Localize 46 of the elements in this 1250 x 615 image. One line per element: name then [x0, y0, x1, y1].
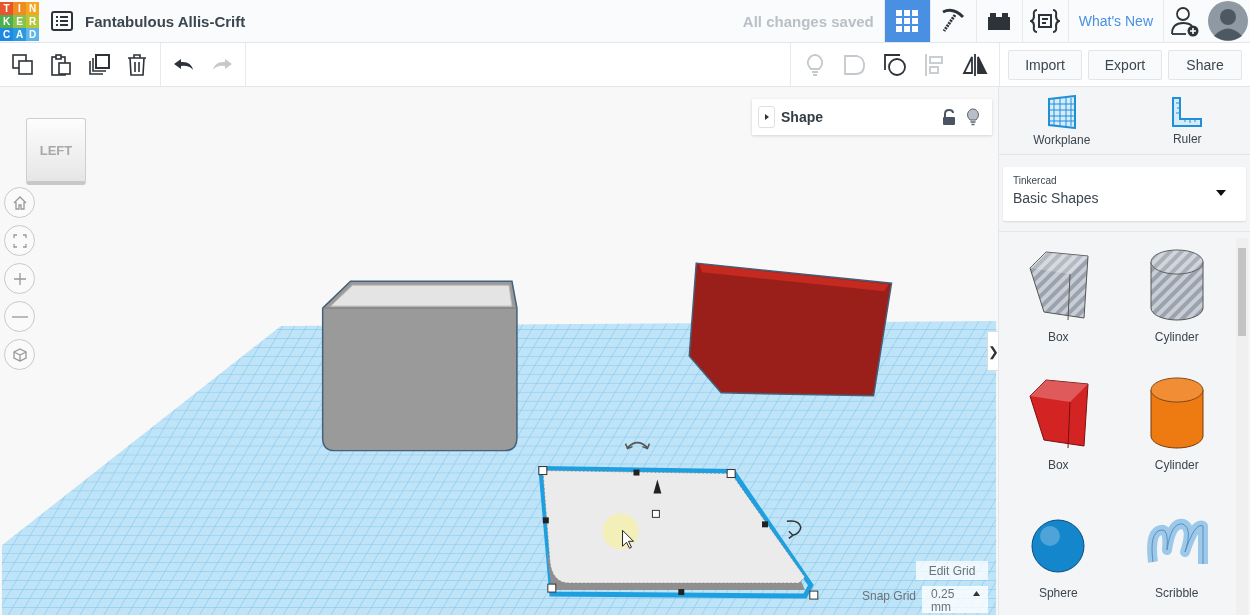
- design-list-icon[interactable]: [51, 11, 73, 31]
- fit-view-icon: [11, 232, 28, 249]
- logo-letter: I: [13, 1, 26, 15]
- grid-icon: [895, 9, 920, 33]
- expand-button[interactable]: [758, 106, 775, 128]
- toolbar-button[interactable]: Share: [1168, 49, 1242, 80]
- bulb-icon[interactable]: [966, 108, 980, 126]
- cursor-icon: [622, 529, 634, 549]
- home-icon: [11, 194, 28, 211]
- shape-tile[interactable]: Cylinder: [1117, 374, 1236, 502]
- plus-icon: [11, 270, 28, 287]
- library-dropdown[interactable]: Tinkercad Basic Shapes: [1003, 167, 1246, 221]
- save-status: All changes saved: [742, 12, 874, 30]
- snap-grid-dropdown[interactable]: 0.25 mm: [922, 586, 988, 613]
- shape-tile[interactable]: Cylinder: [1117, 246, 1236, 374]
- hollow-box-drawing[interactable]: [321, 280, 518, 452]
- minus-icon: [11, 315, 28, 318]
- shape-tile[interactable]: Box: [999, 246, 1118, 374]
- avatar-icon[interactable]: [1208, 1, 1248, 41]
- caret-icon: [1216, 190, 1226, 196]
- inspector-title: Shape: [781, 109, 823, 125]
- scrollbar[interactable]: [1236, 238, 1248, 615]
- workplane-icon: [1046, 94, 1077, 129]
- shape-tile[interactable]: Scribble: [1117, 502, 1236, 615]
- cube-icon: [11, 346, 28, 363]
- caret-up-icon: [973, 591, 980, 596]
- caret-icon: [763, 114, 770, 120]
- shape-tile[interactable]: Box: [999, 374, 1118, 502]
- lock-icon[interactable]: [942, 109, 956, 125]
- open-box-drawing[interactable]: [688, 262, 893, 397]
- brick-icon: [986, 11, 1013, 31]
- logo-letter: T: [0, 1, 13, 15]
- shape-tile[interactable]: Sphere: [999, 502, 1118, 615]
- collapse-panel-button[interactable]: ❯: [987, 331, 998, 371]
- ruler-tool[interactable]: Ruler: [1124, 87, 1250, 154]
- rotate-arrow-icon[interactable]: [624, 441, 651, 450]
- toolbar-button[interactable]: Import: [1008, 49, 1082, 80]
- ruler-icon: [1171, 95, 1204, 128]
- design-title[interactable]: Fantabulous Allis-Crift: [85, 12, 246, 30]
- rotate-arrow-icon[interactable]: [786, 520, 802, 540]
- workplane-tool[interactable]: Workplane: [999, 87, 1125, 154]
- toolbar-button[interactable]: Export: [1088, 49, 1162, 80]
- code-blocks-icon: [1030, 8, 1061, 34]
- logo-letter: N: [26, 1, 39, 15]
- snap-grid-label: Snap Grid: [861, 589, 916, 603]
- edit-grid-button[interactable]: Edit Grid: [916, 561, 988, 580]
